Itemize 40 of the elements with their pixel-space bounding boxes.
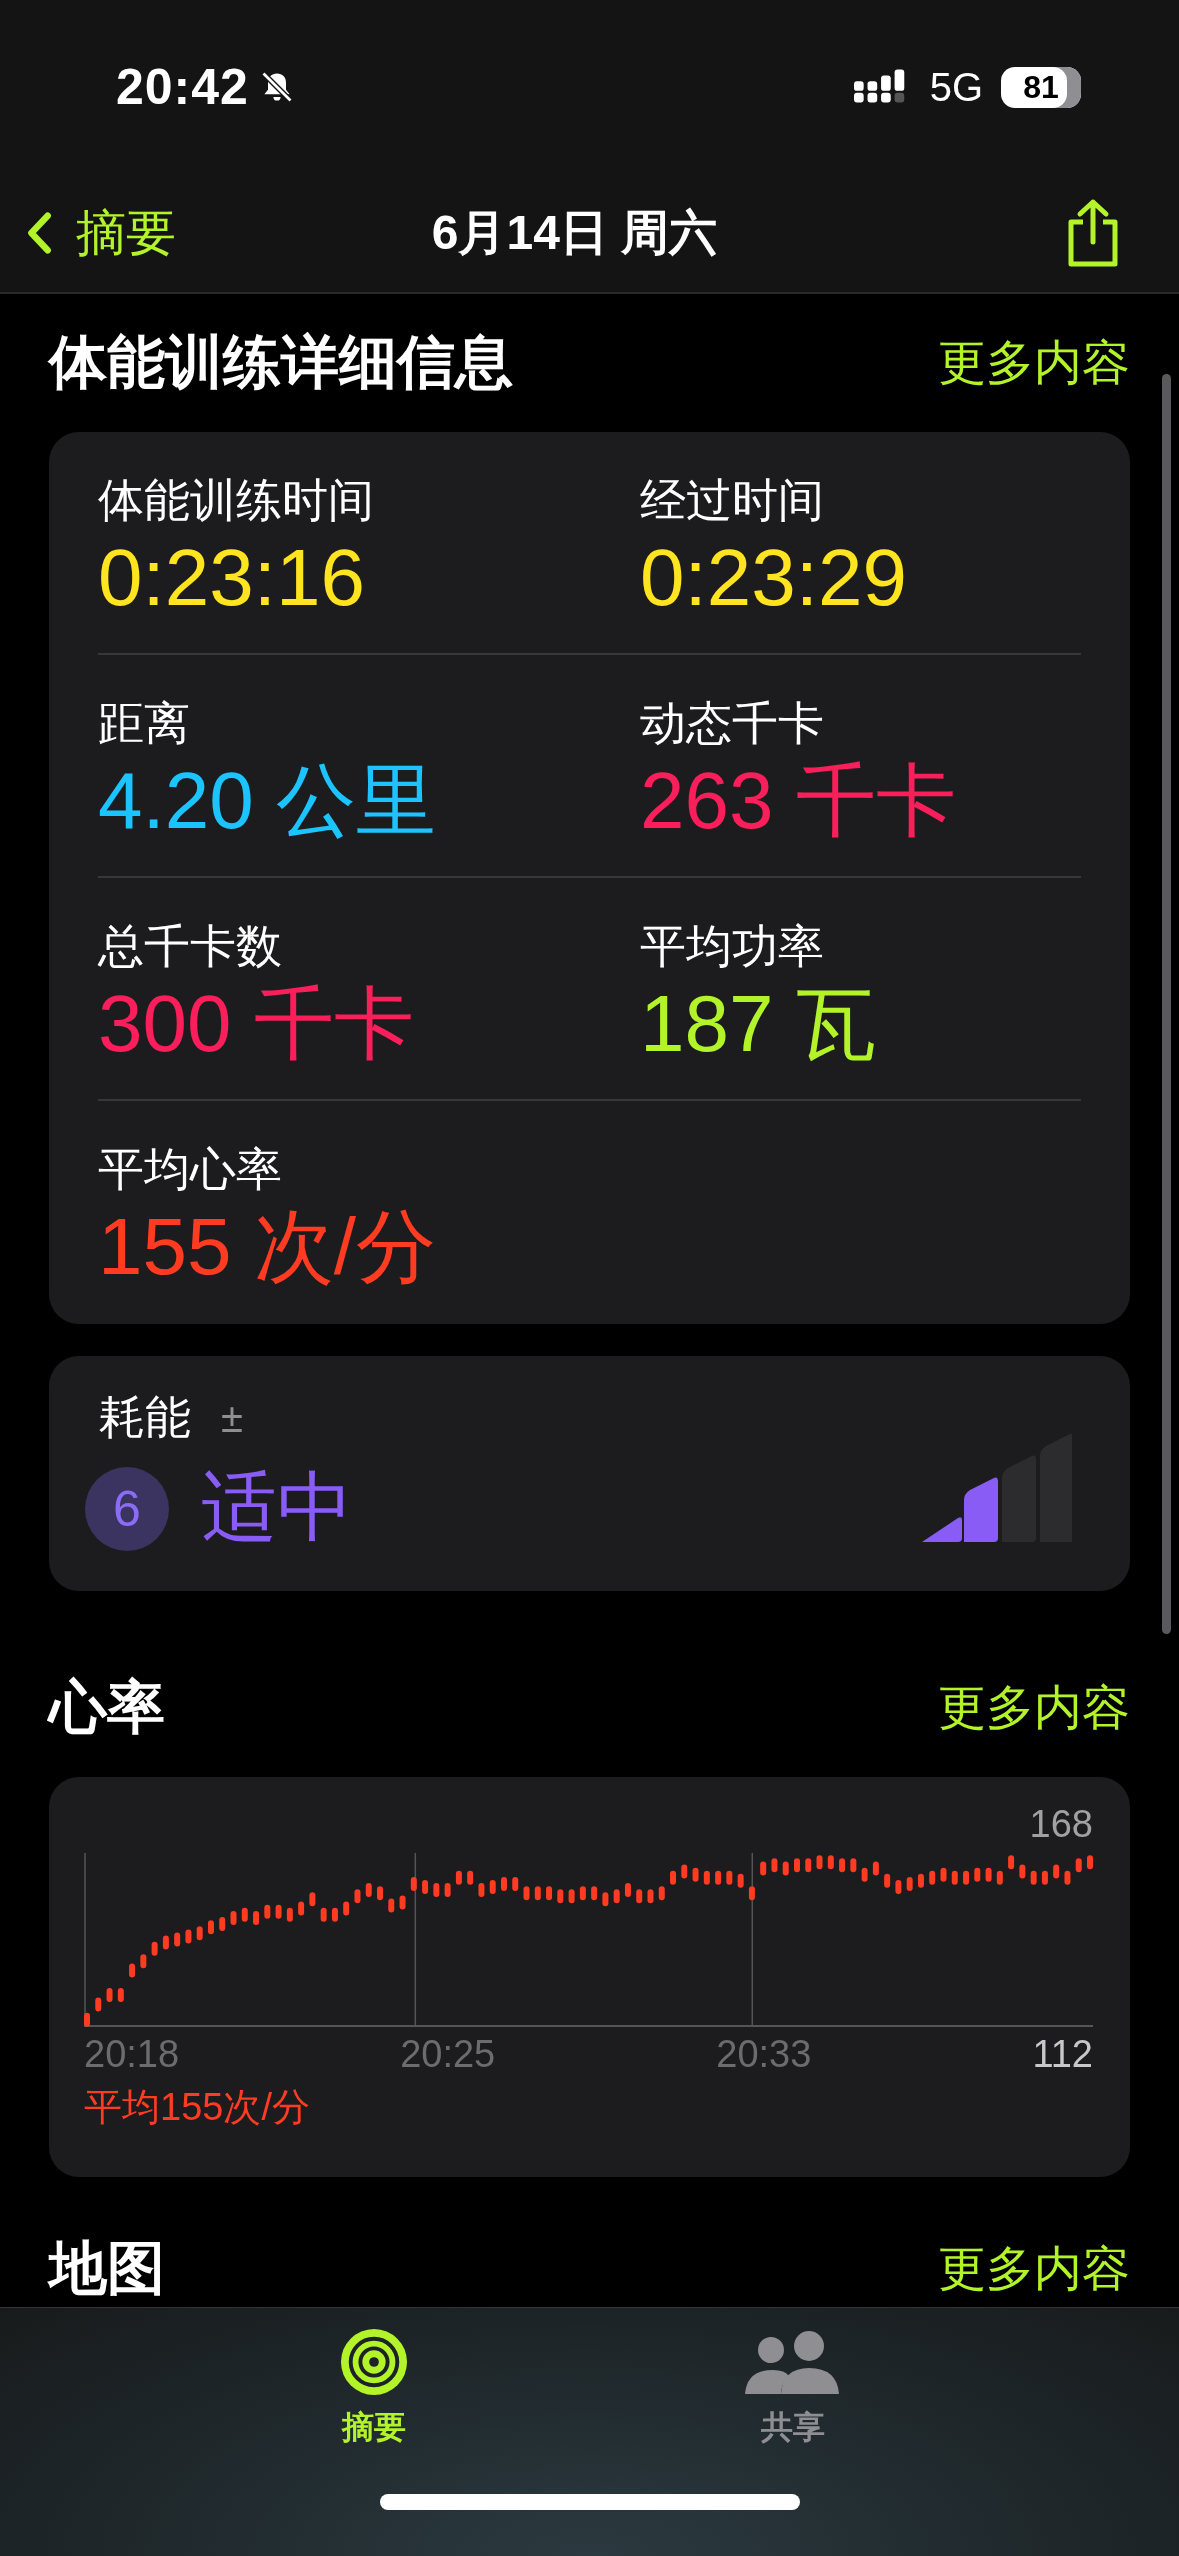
battery-indicator: 81 <box>1001 66 1081 108</box>
effort-score: 6 <box>85 1466 169 1551</box>
metric-value: 263 千卡 <box>640 755 957 847</box>
metric-value: 187 瓦 <box>640 978 877 1070</box>
section-title: 地图 <box>49 2234 165 2302</box>
max-heart-rate: 168 <box>1029 1803 1093 1847</box>
metric-value: 4.20 公里 <box>98 755 437 847</box>
metric-value: 155 次/分 <box>98 1201 437 1293</box>
min-heart-rate: 112 <box>1032 2032 1093 2076</box>
section-title: 体能训练详细信息 <box>49 328 513 396</box>
metric-label: 总千卡数 <box>98 919 283 974</box>
status-time: 20:42 <box>116 58 249 116</box>
section-title: 心率 <box>49 1673 165 1741</box>
metric-label: 经过时间 <box>640 473 825 528</box>
metric-label: 平均功率 <box>640 919 825 974</box>
metric-label: 动态千卡 <box>640 696 825 751</box>
metric-label: 体能训练时间 <box>98 473 375 528</box>
metric-value: 0:23:16 <box>98 532 366 624</box>
more-link[interactable]: 更多内容 <box>938 331 1130 395</box>
effort-card[interactable]: 耗能 ± 6 适中 <box>49 1356 1130 1591</box>
metric-label: 距离 <box>98 696 191 751</box>
back-chevron-icon <box>26 211 52 255</box>
time-label: 20:25 <box>400 2032 497 2076</box>
tab[interactable]: 共享 <box>745 2328 842 2450</box>
time-label: 20:33 <box>716 2032 813 2076</box>
average-heart-rate: 平均155次/分 <box>84 2085 311 2130</box>
back-button[interactable]: 摘要 <box>26 199 176 267</box>
effort-rating: 适中 <box>201 1463 353 1551</box>
effort-label: 耗能 <box>99 1390 191 1445</box>
plus-minus-sign: ± <box>221 1395 243 1441</box>
time-label: 20:18 <box>84 2032 181 2076</box>
more-link[interactable]: 更多内容 <box>938 1676 1130 1740</box>
nav-title: 6月14日 周六 <box>431 205 718 261</box>
more-link[interactable]: 更多内容 <box>938 2237 1130 2301</box>
tab[interactable]: 摘要 <box>337 2328 410 2450</box>
metric-value: 0:23:29 <box>640 532 908 624</box>
metric-value: 300 千卡 <box>98 978 415 1070</box>
people-icon <box>745 2330 842 2396</box>
network-label: 5G <box>929 64 983 110</box>
metric-label: 平均心率 <box>98 1142 283 1197</box>
